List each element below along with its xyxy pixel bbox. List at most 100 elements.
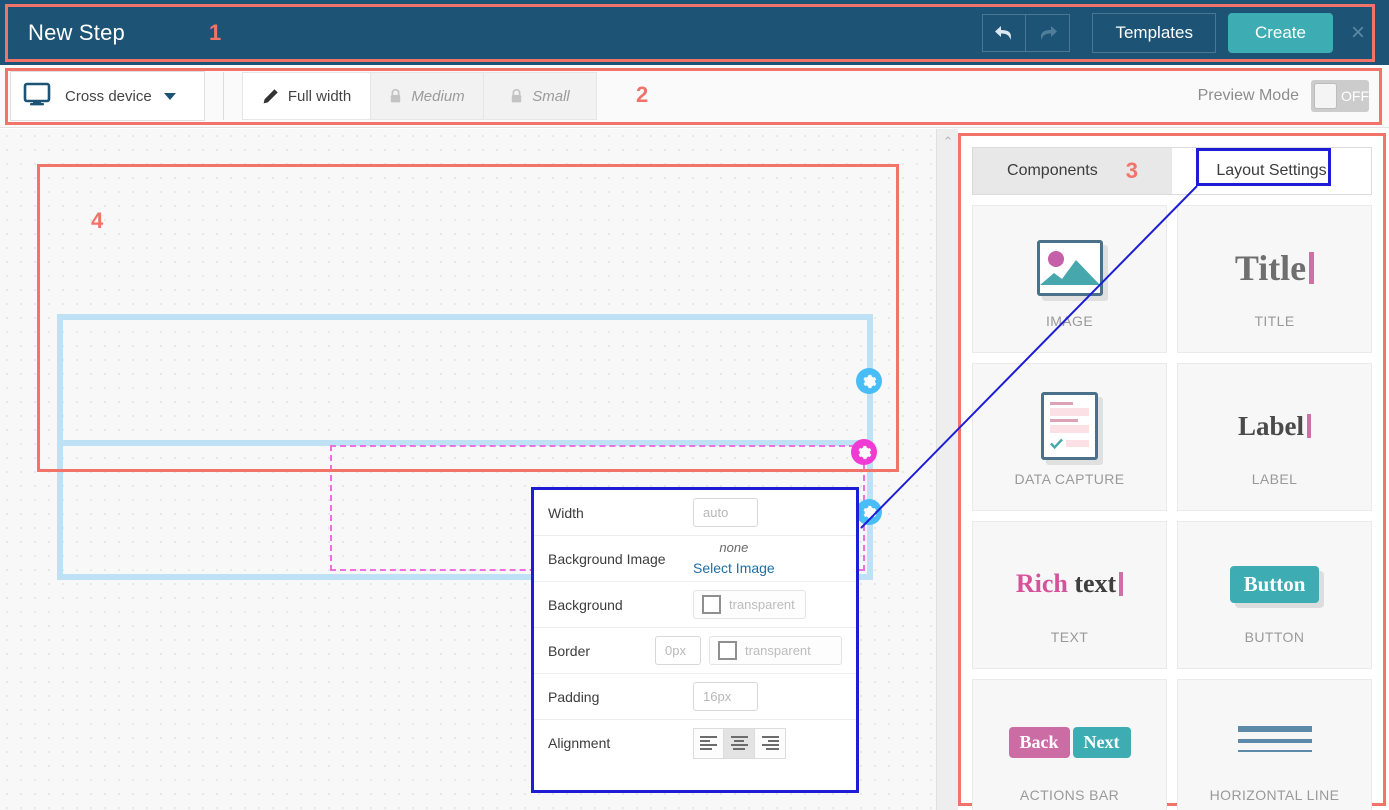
- width-tab-full-label: Full width: [287, 87, 352, 105]
- templates-button[interactable]: Templates: [1092, 12, 1216, 53]
- editor-toolbar: Cross device Full width Medium Small Pre…: [0, 65, 1389, 128]
- width-mode-group: Full width Medium Small: [242, 72, 597, 120]
- property-row-padding: Padding 16px: [534, 674, 856, 720]
- component-label: ACTIONS BAR: [1019, 787, 1120, 803]
- property-row-border: Border 0px transparent: [534, 628, 856, 674]
- width-tab-full[interactable]: Full width: [242, 72, 371, 120]
- rich-glyph-plain: text: [1067, 569, 1117, 598]
- text-cursor-icon: [1119, 572, 1124, 596]
- property-label-padding: Padding: [548, 688, 600, 705]
- component-card-text[interactable]: Rich text TEXT: [972, 521, 1167, 669]
- select-image-link[interactable]: Select Image: [693, 558, 775, 579]
- preview-mode-group: Preview Mode OFF: [1198, 80, 1369, 112]
- color-swatch-icon: [702, 595, 721, 614]
- chevron-up-icon[interactable]: ⌃: [937, 135, 959, 148]
- create-button[interactable]: Create: [1227, 12, 1333, 53]
- gear-icon: [863, 374, 876, 388]
- annotation-marker-3: 3: [1125, 158, 1138, 183]
- pencil-icon: [262, 88, 279, 105]
- redo-arrow-icon[interactable]: [1026, 13, 1071, 52]
- editor-header-bar: New Step 1 Templates Create ×: [0, 0, 1389, 65]
- tab-components-label: Components: [1007, 162, 1098, 179]
- actions-bar-icon: Back Next: [1008, 703, 1131, 781]
- component-card-label[interactable]: Label LABEL: [1177, 363, 1372, 511]
- property-label-background: Background: [548, 596, 623, 613]
- preview-mode-label: Preview Mode: [1197, 87, 1299, 104]
- width-tab-small-label: Small: [532, 87, 570, 105]
- component-label: IMAGE: [1045, 313, 1094, 329]
- component-card-horizontal-line[interactable]: HORIZONTAL LINE: [1177, 679, 1372, 810]
- component-card-actions-bar[interactable]: Back Next ACTIONS BAR: [972, 679, 1167, 810]
- annotation-marker-2: 2: [636, 82, 649, 107]
- property-control-border: 0px transparent: [655, 636, 842, 665]
- label-glyph-text: Label: [1237, 410, 1304, 441]
- component-card-button[interactable]: Button BUTTON: [1177, 521, 1372, 669]
- width-tab-small[interactable]: Small: [484, 72, 597, 120]
- device-selector[interactable]: Cross device: [10, 71, 205, 121]
- align-left-icon[interactable]: [693, 727, 724, 759]
- border-width-input[interactable]: 0px: [655, 636, 701, 665]
- background-image-value: none: [719, 540, 749, 556]
- actions-back-glyph: Back: [1008, 726, 1070, 758]
- border-color-picker[interactable]: transparent: [709, 636, 842, 665]
- color-swatch-icon: [718, 641, 737, 660]
- device-selector-label: Cross device: [65, 87, 152, 105]
- row-settings-gear-bottom[interactable]: [856, 499, 882, 525]
- close-icon[interactable]: ×: [1351, 20, 1365, 45]
- component-label: HORIZONTAL LINE: [1209, 787, 1340, 803]
- component-label: TEXT: [1050, 629, 1089, 645]
- alignment-button-group: [693, 727, 786, 759]
- lock-icon: [389, 88, 402, 104]
- toolbar-divider: [223, 72, 224, 120]
- align-right-icon[interactable]: [755, 727, 786, 759]
- property-label-border: Border: [548, 642, 591, 659]
- component-label: DATA CAPTURE: [1014, 471, 1125, 487]
- cell-settings-gear-selected[interactable]: [851, 439, 877, 465]
- annotation-marker-4: 4: [91, 208, 104, 233]
- page-title: New Step: [28, 19, 125, 45]
- property-label-alignment: Alignment: [548, 735, 611, 751]
- components-grid: IMAGE Title TITLE DATA CAPTURE Label LAB…: [961, 195, 1383, 810]
- property-row-width: Width auto: [534, 490, 856, 536]
- canvas-scrollbar[interactable]: ⌃: [936, 129, 958, 810]
- property-label-background-image: Background Image: [548, 550, 666, 567]
- component-card-title[interactable]: Title TITLE: [1177, 205, 1372, 353]
- align-center-icon[interactable]: [724, 727, 755, 759]
- label-text-icon: Label: [1238, 387, 1311, 465]
- rich-text-icon: Rich text: [1016, 545, 1124, 623]
- monitor-icon: [23, 82, 51, 111]
- tab-layout-settings-label: Layout Settings: [1216, 162, 1327, 179]
- property-row-alignment: Alignment: [534, 720, 856, 766]
- component-label: TITLE: [1254, 313, 1295, 329]
- header-actions-group: Templates Create ×: [982, 12, 1375, 53]
- annotation-marker-1: 1: [208, 19, 222, 45]
- toggle-knob: [1314, 83, 1337, 109]
- row-settings-gear-top[interactable]: [856, 368, 882, 394]
- padding-input[interactable]: 16px: [693, 682, 758, 711]
- image-thumbnail-icon: [1036, 229, 1103, 307]
- width-tab-medium-label: Medium: [411, 87, 465, 105]
- toggle-state-label: OFF: [1341, 88, 1369, 104]
- lock-icon: [510, 88, 523, 104]
- undo-arrow-icon[interactable]: [982, 13, 1027, 52]
- gear-icon: [858, 445, 871, 459]
- preview-mode-toggle[interactable]: OFF: [1311, 80, 1369, 112]
- button-glyph-text: Button: [1229, 565, 1320, 603]
- chevron-down-icon: [163, 92, 176, 100]
- border-color-value: transparent: [745, 643, 811, 658]
- form-document-icon: [1041, 387, 1098, 465]
- tab-components[interactable]: Components 3: [973, 148, 1172, 194]
- width-input[interactable]: auto: [693, 498, 758, 527]
- component-card-data-capture[interactable]: DATA CAPTURE: [972, 363, 1167, 511]
- background-color-picker[interactable]: transparent: [693, 590, 806, 619]
- title-glyph-text: Title: [1234, 248, 1307, 288]
- component-card-image[interactable]: IMAGE: [972, 205, 1167, 353]
- title-text-icon: Title: [1234, 229, 1315, 307]
- width-tab-medium[interactable]: Medium: [371, 72, 484, 120]
- layout-settings-popover: Width auto Background Image none Select …: [531, 487, 859, 793]
- gear-icon: [863, 505, 876, 519]
- actions-next-glyph: Next: [1072, 726, 1131, 758]
- tab-layout-settings[interactable]: Layout Settings: [1172, 148, 1371, 194]
- component-label: BUTTON: [1244, 629, 1305, 645]
- property-control-padding: 16px: [693, 682, 758, 711]
